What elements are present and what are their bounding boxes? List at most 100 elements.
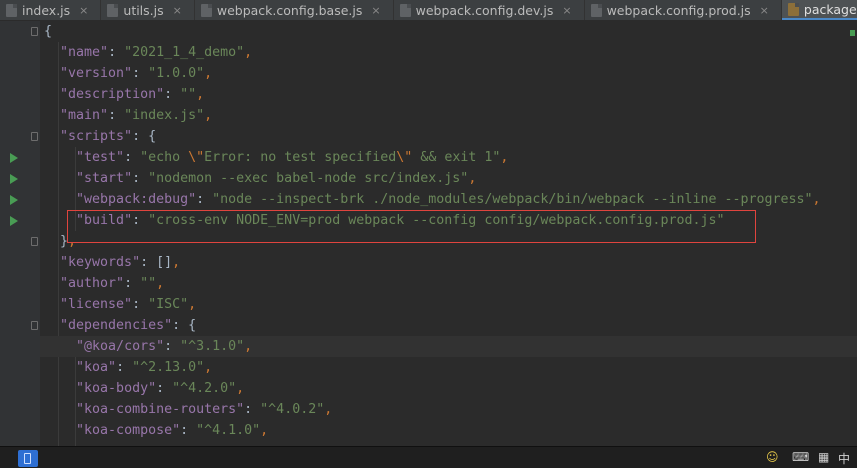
json-key: "@koa/cors" <box>76 339 165 354</box>
comma: , <box>188 297 197 312</box>
code-line: "koa": "^2.13.0", <box>44 357 212 378</box>
tab-label: webpack.config.dev.js <box>415 2 554 18</box>
smiley-plus-icon[interactable]: ☺ <box>766 450 779 464</box>
colon: : <box>108 108 125 123</box>
json-key: "version" <box>60 66 133 81</box>
tab-webpack-config-base[interactable]: webpack.config.base.js × <box>195 0 394 20</box>
js-file-icon <box>6 3 17 17</box>
code-line: "koa-combine-routers": "^4.0.2", <box>44 399 332 420</box>
comma: , <box>260 423 269 438</box>
colon: : <box>196 192 213 207</box>
colon: : <box>244 402 261 417</box>
fold-marker-icon[interactable] <box>31 321 38 330</box>
code-line: "author": "", <box>44 273 164 294</box>
run-script-icon[interactable] <box>10 195 18 205</box>
brace: { <box>44 24 53 39</box>
run-script-icon[interactable] <box>10 216 18 226</box>
json-key: "dependencies" <box>60 318 173 333</box>
json-key: "name" <box>60 45 109 60</box>
json-value: "ISC" <box>148 297 189 312</box>
json-value: [] <box>156 255 173 270</box>
json-value: "^4.1.0" <box>196 423 261 438</box>
code-line: "webpack:debug": "node --inspect-brk ./n… <box>44 189 821 210</box>
keyboard-icon[interactable]: ⌨ <box>792 450 809 464</box>
fold-marker-icon[interactable] <box>31 132 38 141</box>
json-value: "index.js" <box>124 108 205 123</box>
json-value: "^4.2.0" <box>172 381 237 396</box>
comma: , <box>196 87 205 102</box>
json-key: "webpack:debug" <box>76 192 197 207</box>
json-value: "1.0.0" <box>148 66 205 81</box>
run-script-icon[interactable] <box>10 153 18 163</box>
brace: { <box>188 318 197 333</box>
js-file-icon <box>399 3 411 17</box>
code-line: "license": "ISC", <box>44 294 196 315</box>
comma: , <box>812 192 821 207</box>
close-icon[interactable]: × <box>173 4 182 17</box>
comma: , <box>172 255 181 270</box>
colon: : <box>180 423 197 438</box>
tab-utils-js[interactable]: utils.js × <box>101 0 195 20</box>
brace: { <box>148 129 157 144</box>
colon: : <box>116 360 133 375</box>
os-taskbar: ☺ ⌨ ▦ 中 <box>0 446 857 468</box>
tab-index-js[interactable]: index.js × <box>0 0 102 20</box>
colon: : <box>172 318 189 333</box>
comma: , <box>468 171 477 186</box>
colon: : <box>132 297 149 312</box>
json-key: "koa-compose" <box>76 423 181 438</box>
json-key: "koa" <box>76 360 117 375</box>
code-line: "keywords": [], <box>44 252 180 273</box>
code-line: "start": "nodemon --exec babel-node src/… <box>44 168 476 189</box>
colon: : <box>132 129 149 144</box>
json-value: "^4.0.2" <box>260 402 325 417</box>
tab-package-json[interactable]: package.json <box>781 0 857 20</box>
code-line: "koa-compose": "^4.1.0", <box>44 420 268 441</box>
close-icon[interactable]: × <box>760 4 769 17</box>
json-value: "^2.13.0" <box>132 360 205 375</box>
inspection-ok-icon[interactable] <box>850 30 855 36</box>
close-icon[interactable]: × <box>79 4 88 17</box>
json-value: "echo <box>140 150 189 165</box>
comma: , <box>244 339 253 354</box>
ime-indicator[interactable]: 中 <box>838 450 850 467</box>
fold-marker-icon[interactable] <box>31 27 38 36</box>
comma: , <box>204 66 213 81</box>
tab-label: webpack.config.base.js <box>216 2 363 18</box>
json-file-icon <box>787 2 799 16</box>
editor-gutter <box>0 21 40 446</box>
comma: , <box>324 402 333 417</box>
comma: , <box>156 276 165 291</box>
code-line: "dependencies": { <box>44 315 196 336</box>
json-key: "license" <box>60 297 133 312</box>
js-file-icon <box>107 3 119 17</box>
comma: , <box>244 45 253 60</box>
close-icon[interactable]: × <box>562 4 571 17</box>
grid-icon[interactable]: ▦ <box>818 450 829 464</box>
json-value: "^3.1.0" <box>180 339 245 354</box>
comma: , <box>204 108 213 123</box>
json-value: "node --inspect-brk ./node_modules/webpa… <box>212 192 813 207</box>
escape-sequence: \" <box>396 150 413 165</box>
colon: : <box>132 171 149 186</box>
code-line: "scripts": { <box>44 126 156 147</box>
code-line: "version": "1.0.0", <box>44 63 212 84</box>
json-key: "koa-combine-routers" <box>76 402 245 417</box>
run-script-icon[interactable] <box>10 174 18 184</box>
json-key: "scripts" <box>60 129 133 144</box>
close-icon[interactable]: × <box>371 4 380 17</box>
escape-sequence: \" <box>188 150 205 165</box>
json-value: && exit 1" <box>412 150 501 165</box>
json-value: "" <box>140 276 157 291</box>
tab-webpack-config-prod[interactable]: webpack.config.prod.js × <box>585 0 782 20</box>
code-line: "name": "2021_1_4_demo", <box>44 42 252 63</box>
tab-label: utils.js <box>123 2 164 18</box>
fold-marker-icon[interactable] <box>31 237 38 246</box>
js-file-icon <box>200 3 212 17</box>
code-line: "test": "echo \"Error: no test specified… <box>44 147 508 168</box>
json-value: "nodemon --exec babel-node src/index.js" <box>148 171 469 186</box>
tab-label: index.js <box>22 2 71 18</box>
tab-webpack-config-dev[interactable]: webpack.config.dev.js × <box>394 0 585 20</box>
taskbar-app-icon[interactable] <box>18 450 38 467</box>
json-key: "main" <box>60 108 109 123</box>
